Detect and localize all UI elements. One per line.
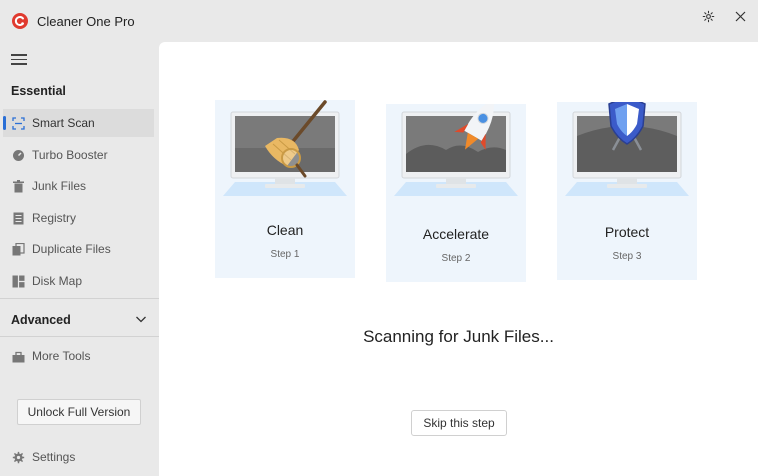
sidebar-item-label: Turbo Booster <box>32 148 108 162</box>
settings-gear-button[interactable] <box>694 6 722 26</box>
sidebar-item-label: Junk Files <box>32 179 87 193</box>
tools-icon <box>12 350 25 363</box>
rocket-icon <box>394 104 518 196</box>
sidebar-divider <box>0 298 159 299</box>
close-window-button[interactable] <box>726 6 754 26</box>
sidebar-item-duplicate-files[interactable]: Duplicate Files <box>3 235 154 263</box>
step-card-accelerate: Accelerate Step 2 <box>386 104 526 282</box>
broom-magnifier-icon <box>223 100 347 196</box>
sidebar-divider <box>0 336 159 337</box>
shield-swords-icon <box>565 102 689 196</box>
step-card-protect: Protect Step 3 <box>557 102 697 280</box>
unlock-full-version-button[interactable]: Unlock Full Version <box>17 399 141 425</box>
title-bar: Cleaner One Pro <box>0 0 758 42</box>
app-title: Cleaner One Pro <box>37 14 135 29</box>
step-number: Step 1 <box>270 249 300 260</box>
step-number: Step 3 <box>612 251 642 262</box>
sidebar-item-label: Duplicate Files <box>32 242 111 256</box>
sidebar-item-more-tools[interactable]: More Tools <box>3 342 154 370</box>
duplicate-icon <box>12 242 25 256</box>
sidebar-item-label: Registry <box>32 211 77 225</box>
trash-icon <box>12 179 25 193</box>
main-panel: Clean Step 1 Accelerate Step 2 Protect S… <box>159 42 758 476</box>
app-logo-icon <box>12 13 28 29</box>
advanced-section-toggle[interactable]: Advanced <box>0 304 159 336</box>
smart-scan-icon <box>12 116 25 130</box>
sidebar-item-disk-map[interactable]: Disk Map <box>3 267 154 295</box>
registry-icon <box>12 212 25 225</box>
sidebar-item-settings[interactable]: Settings <box>3 443 154 471</box>
step-title: Protect <box>604 224 650 240</box>
sidebar-item-junk-files[interactable]: Junk Files <box>3 172 154 200</box>
sidebar-item-turbo-booster[interactable]: Turbo Booster <box>3 141 154 169</box>
scan-status-text: Scanning for Junk Files... <box>363 327 554 346</box>
step-title: Accelerate <box>422 226 490 242</box>
sidebar-item-registry[interactable]: Registry <box>3 204 154 232</box>
disk-map-icon <box>12 275 25 288</box>
sidebar: Essential Smart Scan Turbo Booster Junk … <box>0 42 159 476</box>
turbo-icon <box>12 149 25 162</box>
sidebar-item-label: Settings <box>32 450 76 464</box>
step-title: Clean <box>266 222 304 238</box>
hamburger-menu-icon[interactable] <box>11 54 27 66</box>
sidebar-item-smart-scan[interactable]: Smart Scan <box>3 109 154 137</box>
step-card-clean: Clean Step 1 <box>215 100 355 278</box>
step-number: Step 2 <box>441 253 471 264</box>
section-advanced: Advanced <box>11 313 71 327</box>
sidebar-item-label: Disk Map <box>32 274 83 288</box>
gear-icon <box>702 10 714 22</box>
sidebar-item-label: More Tools <box>32 349 91 363</box>
section-essential: Essential <box>11 84 66 98</box>
close-icon <box>735 11 745 21</box>
settings-gear-icon <box>12 451 25 464</box>
chevron-down-icon <box>136 316 146 323</box>
sidebar-item-label: Smart Scan <box>32 116 95 130</box>
skip-step-button[interactable]: Skip this step <box>411 410 507 436</box>
